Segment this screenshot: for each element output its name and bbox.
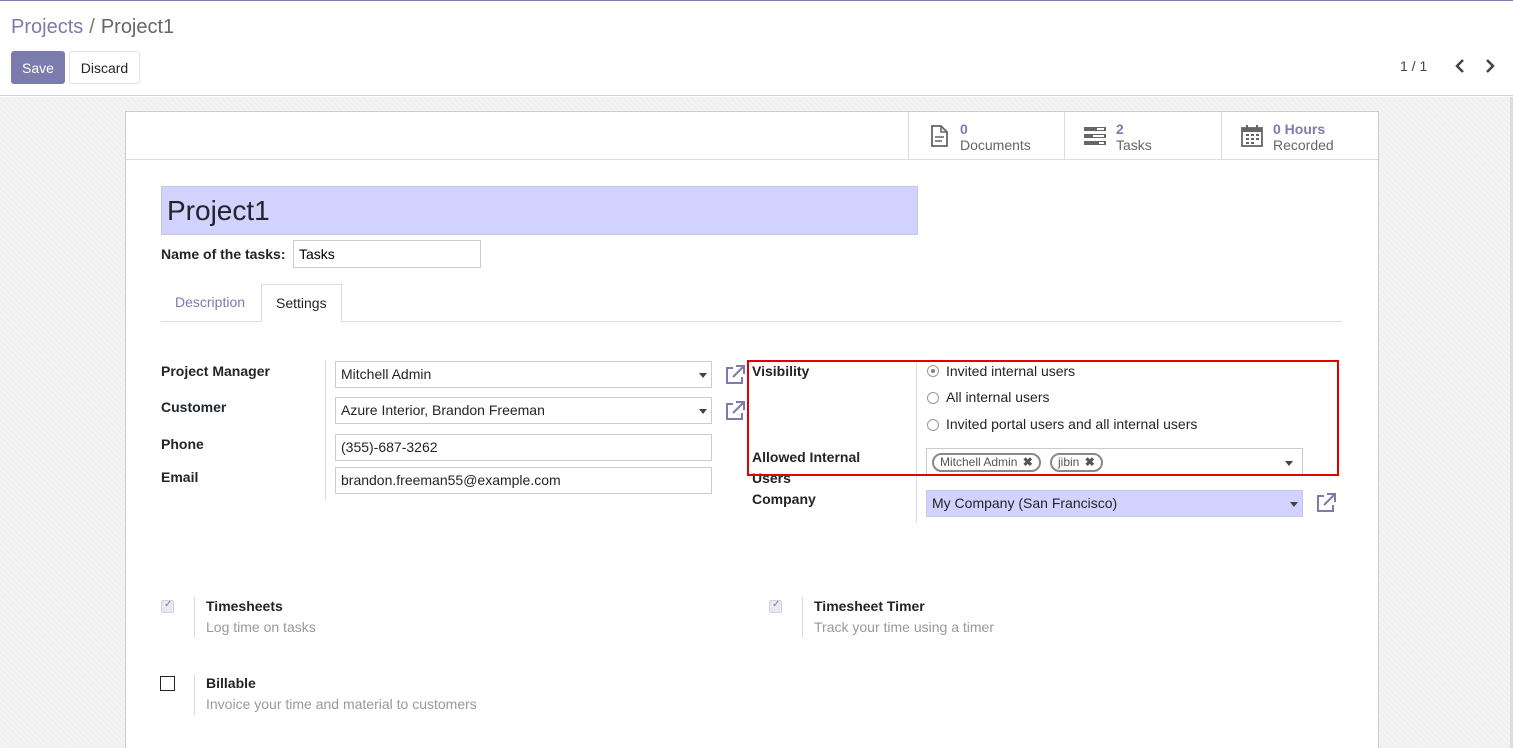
tasks-count: 2 — [1116, 121, 1124, 137]
phone-label: Phone — [161, 436, 204, 452]
breadcrumb-separator: / — [89, 16, 95, 38]
control-panel: Projects / Project1 Save Discard 1 / 1 — [0, 1, 1513, 96]
breadcrumb: Projects / Project1 — [11, 16, 174, 39]
hours-label: Recorded — [1273, 137, 1334, 153]
hours-value: 0 Hours — [1273, 121, 1326, 137]
notebook-tabs: Description Settings — [161, 284, 1342, 322]
timesheets-description: Log time on tasks — [206, 619, 316, 635]
project-manager-dropdown-icon[interactable] — [699, 373, 707, 378]
smart-button-bar: 0 Documents 2 Tasks 0 Hours Recorded — [126, 112, 1378, 160]
discard-button[interactable]: Discard — [69, 51, 140, 84]
company-label: Company — [752, 491, 816, 507]
pager-value[interactable]: 1 / 1 — [1400, 58, 1427, 74]
documents-smart-button[interactable]: 0 Documents — [908, 112, 1064, 160]
email-label: Email — [161, 469, 199, 485]
project-manager-external-link-icon[interactable] — [724, 364, 746, 386]
form-sheet: 0 Documents 2 Tasks 0 Hours Recorded Nam… — [125, 111, 1379, 748]
breadcrumb-current: Project1 — [100, 16, 175, 38]
task-name-input[interactable] — [293, 240, 481, 268]
tasks-label: Tasks — [1116, 137, 1152, 153]
chevron-right-icon[interactable] — [1483, 56, 1497, 80]
company-dropdown-icon[interactable] — [1290, 502, 1298, 507]
calendar-icon — [1240, 124, 1264, 148]
timesheets-divider — [194, 597, 195, 638]
timesheet-timer-checkbox[interactable] — [769, 599, 782, 613]
billable-divider — [194, 674, 195, 715]
tasks-icon — [1083, 124, 1107, 148]
visibility-highlight-box — [747, 360, 1339, 476]
tab-settings[interactable]: Settings — [261, 284, 342, 322]
email-input[interactable]: brandon.freeman55@example.com — [335, 467, 712, 494]
billable-description: Invoice your time and material to custom… — [206, 696, 477, 712]
documents-count: 0 — [960, 121, 968, 137]
project-name-input[interactable] — [161, 186, 918, 235]
tasks-smart-button[interactable]: 2 Tasks — [1064, 112, 1221, 160]
timesheets-title: Timesheets — [206, 598, 283, 614]
phone-input[interactable]: (355)-687-3262 — [335, 434, 712, 461]
billable-title: Billable — [206, 675, 256, 691]
save-button[interactable]: Save — [11, 51, 65, 84]
breadcrumb-projects-link[interactable]: Projects — [11, 16, 83, 38]
customer-external-link-icon[interactable] — [724, 400, 746, 422]
timesheet-timer-divider — [802, 597, 803, 638]
project-manager-label: Project Manager — [161, 363, 270, 379]
company-external-link-icon[interactable] — [1315, 492, 1337, 514]
customer-dropdown-icon[interactable] — [699, 409, 707, 414]
customer-select[interactable]: Azure Interior, Brandon Freeman — [335, 397, 712, 424]
task-name-label: Name of the tasks: — [161, 246, 286, 262]
project-manager-select[interactable]: Mitchell Admin — [335, 361, 712, 388]
documents-label: Documents — [960, 137, 1031, 153]
billable-checkbox[interactable] — [160, 676, 175, 691]
hours-recorded-smart-button[interactable]: 0 Hours Recorded — [1221, 112, 1378, 160]
company-select[interactable]: My Company (San Francisco) — [926, 490, 1303, 517]
document-icon — [927, 124, 951, 148]
timesheets-checkbox[interactable] — [161, 599, 174, 613]
customer-label: Customer — [161, 399, 227, 415]
timesheet-timer-title: Timesheet Timer — [814, 598, 925, 614]
timesheet-timer-description: Track your time using a timer — [814, 619, 994, 635]
chevron-left-icon[interactable] — [1453, 56, 1467, 80]
left-group-divider — [325, 360, 326, 500]
tab-description[interactable]: Description — [161, 284, 259, 322]
